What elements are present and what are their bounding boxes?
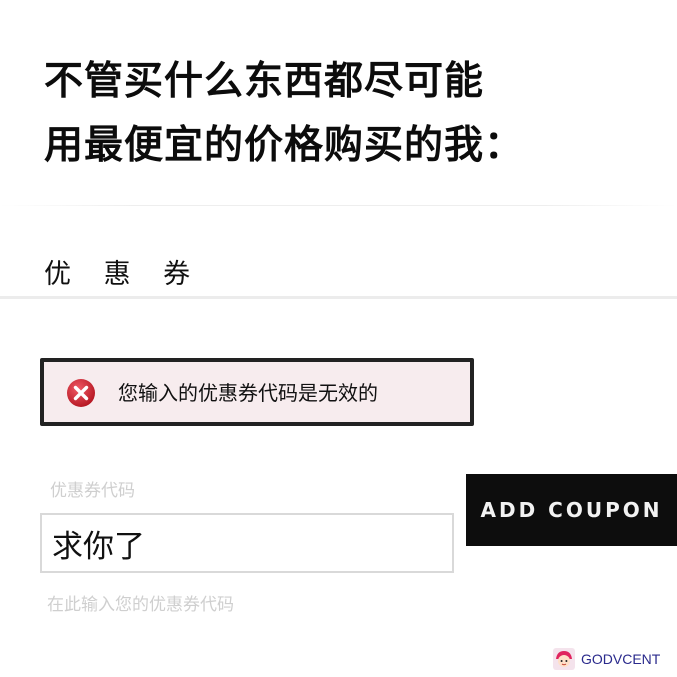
section-divider [0, 296, 677, 299]
error-message: 您输入的优惠券代码是无效的 [118, 381, 378, 405]
add-coupon-button[interactable]: ADD COUPON [466, 474, 677, 546]
coupon-code-input[interactable] [40, 513, 454, 573]
section-title: 优 惠 券 [44, 259, 203, 290]
meme-caption: 不管买什么东西都尽可能 用最便宜的价格购买的我： [44, 50, 664, 178]
coupon-field-hint: 在此输入您的优惠券代码 [47, 595, 234, 615]
cartoon-face-logo [553, 648, 575, 670]
watermark: GODVCENT [553, 648, 660, 670]
coupon-field-label: 优惠券代码 [50, 481, 135, 501]
caption-line-2: 用最便宜的价格购买的我： [44, 123, 525, 168]
divider [0, 205, 677, 206]
error-x-icon [67, 379, 95, 407]
error-alert: 您输入的优惠券代码是无效的 [40, 358, 474, 426]
watermark-text: GODVCENT [581, 651, 661, 667]
caption-line-1: 不管买什么东西都尽可能 [44, 59, 485, 104]
